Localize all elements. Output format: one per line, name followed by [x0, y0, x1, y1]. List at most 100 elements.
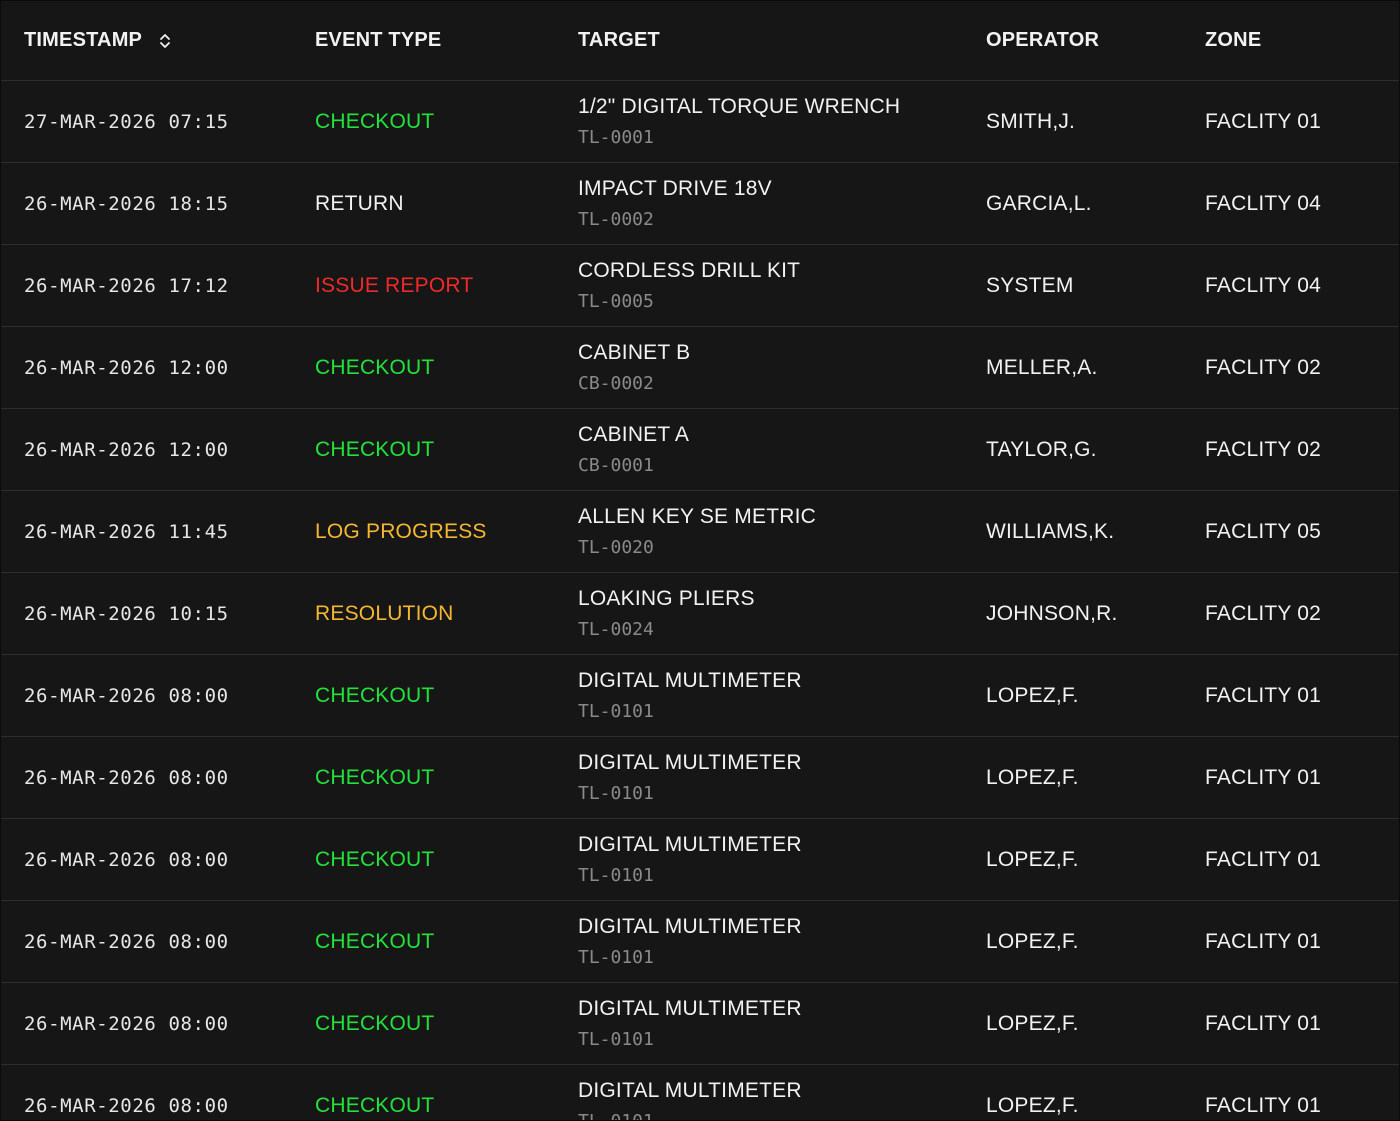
timestamp-text: 26-MAR-2026 12:00: [24, 356, 229, 379]
cell-event-type: CHECKOUT: [315, 1065, 434, 1120]
cell-target: 1/2" DIGITAL TORQUE WRENCH TL-0001: [578, 81, 900, 162]
cell-operator: SMITH,J.: [986, 81, 1075, 162]
event-type-text: CHECKOUT: [315, 929, 435, 953]
target-id: TL-0024: [578, 618, 654, 640]
cell-operator: TAYLOR,G.: [986, 409, 1097, 490]
operator-text: LOPEZ,F.: [986, 1093, 1079, 1117]
table-row[interactable]: 26-MAR-2026 08:00 CHECKOUT DIGITAL MULTIME…: [1, 983, 1399, 1065]
timestamp-text: 26-MAR-2026 11:45: [24, 520, 229, 543]
header-zone: ZONE: [1205, 1, 1261, 80]
operator-text: LOPEZ,F.: [986, 847, 1079, 871]
operator-text: TAYLOR,G.: [986, 437, 1097, 461]
cell-event-type: CHECKOUT: [315, 327, 434, 408]
cell-event-type: CHECKOUT: [315, 737, 434, 818]
event-type-text: CHECKOUT: [315, 355, 435, 379]
cell-zone: FACLITY 01: [1205, 983, 1321, 1064]
operator-text: LOPEZ,F.: [986, 765, 1079, 789]
zone-text: FACLITY 04: [1205, 273, 1322, 297]
cell-event-type: CHECKOUT: [315, 819, 434, 900]
cell-event-type: CHECKOUT: [315, 409, 434, 490]
table-row[interactable]: 26-MAR-2026 08:00 CHECKOUT DIGITAL MULTIME…: [1, 901, 1399, 983]
table-row[interactable]: 26-MAR-2026 08:00 CHECKOUT DIGITAL MULTIME…: [1, 819, 1399, 901]
table-row[interactable]: 26-MAR-2026 12:00 CHECKOUT CABINET A CB-000…: [1, 409, 1399, 491]
target-id: TL-0001: [578, 126, 654, 148]
target-id: TL-0101: [578, 1111, 654, 1121]
target-name: LOAKING PLIERS: [578, 586, 755, 610]
cell-operator: LOPEZ,F.: [986, 983, 1079, 1064]
cell-zone: FACLITY 01: [1205, 1065, 1321, 1120]
table-row[interactable]: 26-MAR-2026 18:15 RETURN IMPACT DRIVE 18V T…: [1, 163, 1399, 245]
table-header-row: TIMESTAMP EVENT TYPE TARGET OPERATOR ZON…: [1, 1, 1399, 81]
event-type-text: RESOLUTION: [315, 601, 454, 625]
cell-event-type: ISSUE REPORT: [315, 245, 473, 326]
cell-target: CABINET B CB-0002: [578, 327, 690, 408]
header-operator-label: OPERATOR: [986, 29, 1100, 51]
target-id: TL-0005: [578, 290, 654, 312]
operator-text: SMITH,J.: [986, 109, 1076, 133]
event-type-text: CHECKOUT: [315, 847, 435, 871]
cell-target: DIGITAL MULTIMETER TL-0101: [578, 983, 802, 1064]
cell-zone: FACLITY 04: [1205, 163, 1321, 244]
cell-zone: FACLITY 02: [1205, 409, 1321, 490]
table-row[interactable]: 26-MAR-2026 12:00 CHECKOUT CABINET B CB-000…: [1, 327, 1399, 409]
cell-event-type: CHECKOUT: [315, 655, 434, 736]
event-type-text: LOG PROGRESS: [315, 519, 487, 543]
target-name: 1/2" DIGITAL TORQUE WRENCH: [578, 94, 901, 118]
zone-text: FACLITY 04: [1205, 191, 1322, 215]
target-id: CB-0002: [578, 372, 654, 394]
cell-zone: FACLITY 04: [1205, 245, 1321, 326]
timestamp-text: 26-MAR-2026 10:15: [24, 602, 229, 625]
cell-zone: FACLITY 01: [1205, 655, 1321, 736]
header-timestamp-label: TIMESTAMP: [24, 29, 143, 51]
cell-zone: FACLITY 01: [1205, 901, 1321, 982]
cell-timestamp: 26-MAR-2026 08:00: [24, 901, 229, 982]
cell-event-type: LOG PROGRESS: [315, 491, 487, 572]
cell-operator: WILLIAMS,K.: [986, 491, 1114, 572]
cell-target: DIGITAL MULTIMETER TL-0101: [578, 655, 802, 736]
table-row[interactable]: 27-MAR-2026 07:15 CHECKOUT 1/2" DIGITAL TO…: [1, 81, 1399, 163]
sort-up-down-icon[interactable]: [158, 31, 172, 51]
event-type-text: CHECKOUT: [315, 437, 435, 461]
target-id: CB-0001: [578, 454, 654, 476]
table-body: 27-MAR-2026 07:15 CHECKOUT 1/2" DIGITAL TO…: [1, 81, 1399, 1120]
event-type-text: CHECKOUT: [315, 683, 435, 707]
table-row[interactable]: 26-MAR-2026 11:45 LOG PROGRESS ALLEN KEY S…: [1, 491, 1399, 573]
timestamp-text: 26-MAR-2026 08:00: [24, 1012, 229, 1035]
cell-timestamp: 26-MAR-2026 10:15: [24, 573, 229, 654]
operator-text: LOPEZ,F.: [986, 1011, 1079, 1035]
timestamp-text: 27-MAR-2026 07:15: [24, 110, 229, 133]
target-id: TL-0002: [578, 208, 654, 230]
operator-text: SYSTEM: [986, 273, 1074, 297]
timestamp-text: 26-MAR-2026 08:00: [24, 1094, 229, 1117]
header-timestamp[interactable]: TIMESTAMP: [24, 1, 172, 80]
zone-text: FACLITY 01: [1205, 847, 1322, 871]
cell-target: CABINET A CB-0001: [578, 409, 689, 490]
header-event-type-label: EVENT TYPE: [315, 29, 442, 51]
cell-target: LOAKING PLIERS TL-0024: [578, 573, 755, 654]
cell-timestamp: 26-MAR-2026 17:12: [24, 245, 229, 326]
target-name: CABINET A: [578, 422, 690, 446]
operator-text: MELLER,A.: [986, 355, 1098, 379]
cell-timestamp: 26-MAR-2026 11:45: [24, 491, 229, 572]
cell-target: ALLEN KEY SE METRIC TL-0020: [578, 491, 816, 572]
table-row[interactable]: 26-MAR-2026 08:00 CHECKOUT DIGITAL MULTIME…: [1, 655, 1399, 737]
cell-operator: LOPEZ,F.: [986, 819, 1079, 900]
cell-timestamp: 26-MAR-2026 08:00: [24, 655, 229, 736]
cell-timestamp: 26-MAR-2026 12:00: [24, 327, 229, 408]
table-row[interactable]: 26-MAR-2026 10:15 RESOLUTION LOAKING PLIER…: [1, 573, 1399, 655]
zone-text: FACLITY 02: [1205, 437, 1322, 461]
event-type-text: CHECKOUT: [315, 765, 435, 789]
cell-timestamp: 27-MAR-2026 07:15: [24, 81, 229, 162]
cell-timestamp: 26-MAR-2026 08:00: [24, 1065, 229, 1120]
cell-target: DIGITAL MULTIMETER TL-0101: [578, 901, 802, 982]
cell-target: DIGITAL MULTIMETER TL-0101: [578, 737, 802, 818]
timestamp-text: 26-MAR-2026 08:00: [24, 766, 229, 789]
target-name: CABINET B: [578, 340, 691, 364]
target-id: TL-0101: [578, 700, 654, 722]
table-row[interactable]: 26-MAR-2026 08:00 CHECKOUT DIGITAL MULTIME…: [1, 1065, 1399, 1121]
table-row[interactable]: 26-MAR-2026 08:00 CHECKOUT DIGITAL MULTIME…: [1, 737, 1399, 819]
table-row[interactable]: 26-MAR-2026 17:12 ISSUE REPORT CORDLESS DR…: [1, 245, 1399, 327]
timestamp-text: 26-MAR-2026 18:15: [24, 192, 229, 215]
cell-zone: FACLITY 02: [1205, 327, 1321, 408]
cell-operator: LOPEZ,F.: [986, 901, 1079, 982]
